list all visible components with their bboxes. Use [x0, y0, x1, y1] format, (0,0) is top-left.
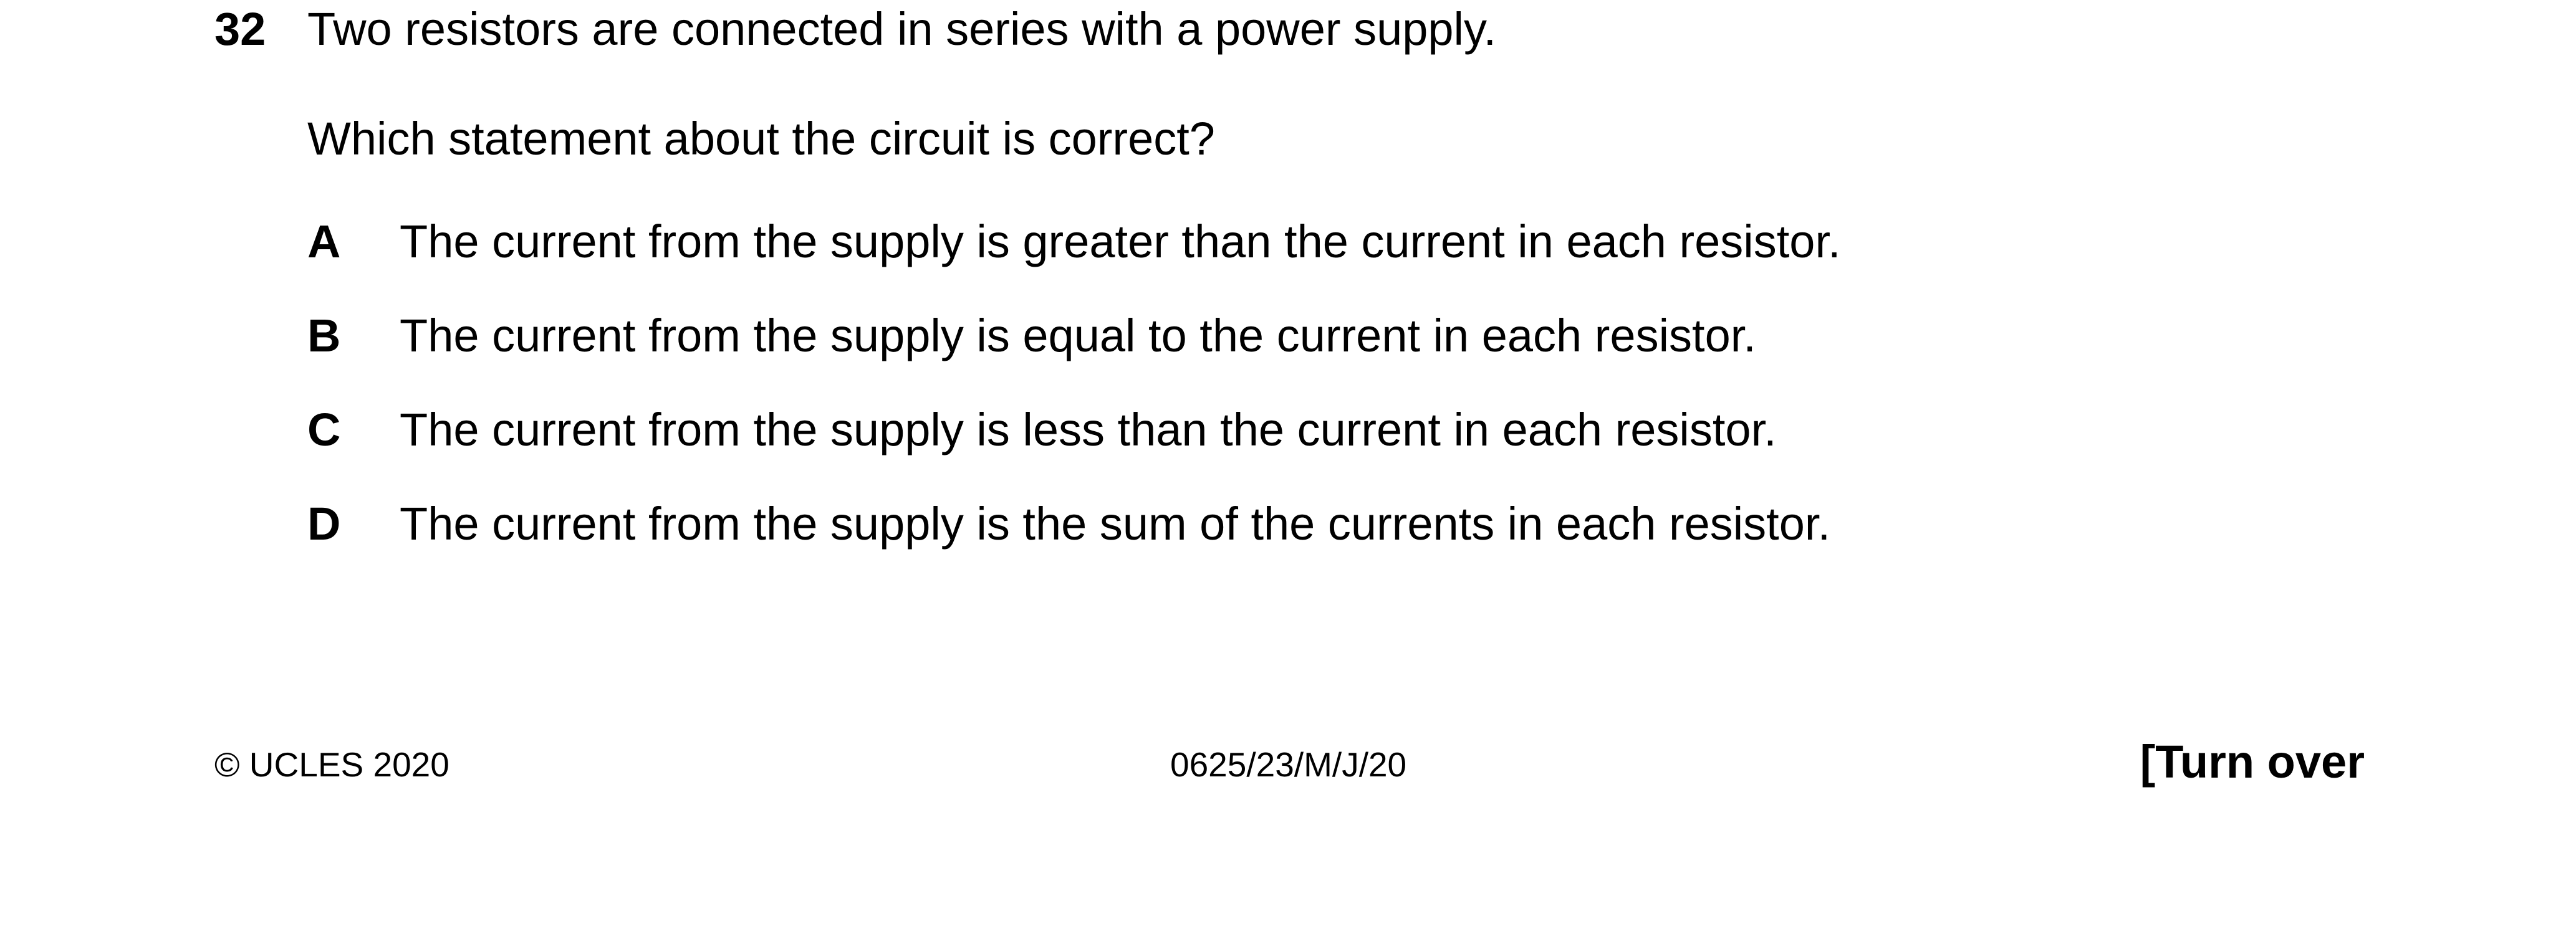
option-letter: A — [307, 216, 341, 267]
question-number: 32 — [214, 3, 266, 55]
turn-over-label: [Turn over — [2140, 736, 2365, 788]
option-letter: B — [307, 310, 341, 361]
option-text: The current from the supply is less than… — [400, 404, 1777, 455]
copyright-notice: © UCLES 2020 — [214, 745, 449, 784]
option-letter: C — [307, 404, 341, 455]
option-text: The current from the supply is greater t… — [400, 216, 1841, 267]
option-text: The current from the supply is equal to … — [400, 310, 1756, 361]
question-prompt: Which statement about the circuit is cor… — [307, 113, 1215, 164]
question-stem: Two resistors are connected in series wi… — [307, 3, 1497, 55]
option-letter: D — [307, 498, 341, 550]
option-text: The current from the supply is the sum o… — [400, 498, 1831, 550]
paper-code: 0625/23/M/J/20 — [1170, 745, 1407, 784]
